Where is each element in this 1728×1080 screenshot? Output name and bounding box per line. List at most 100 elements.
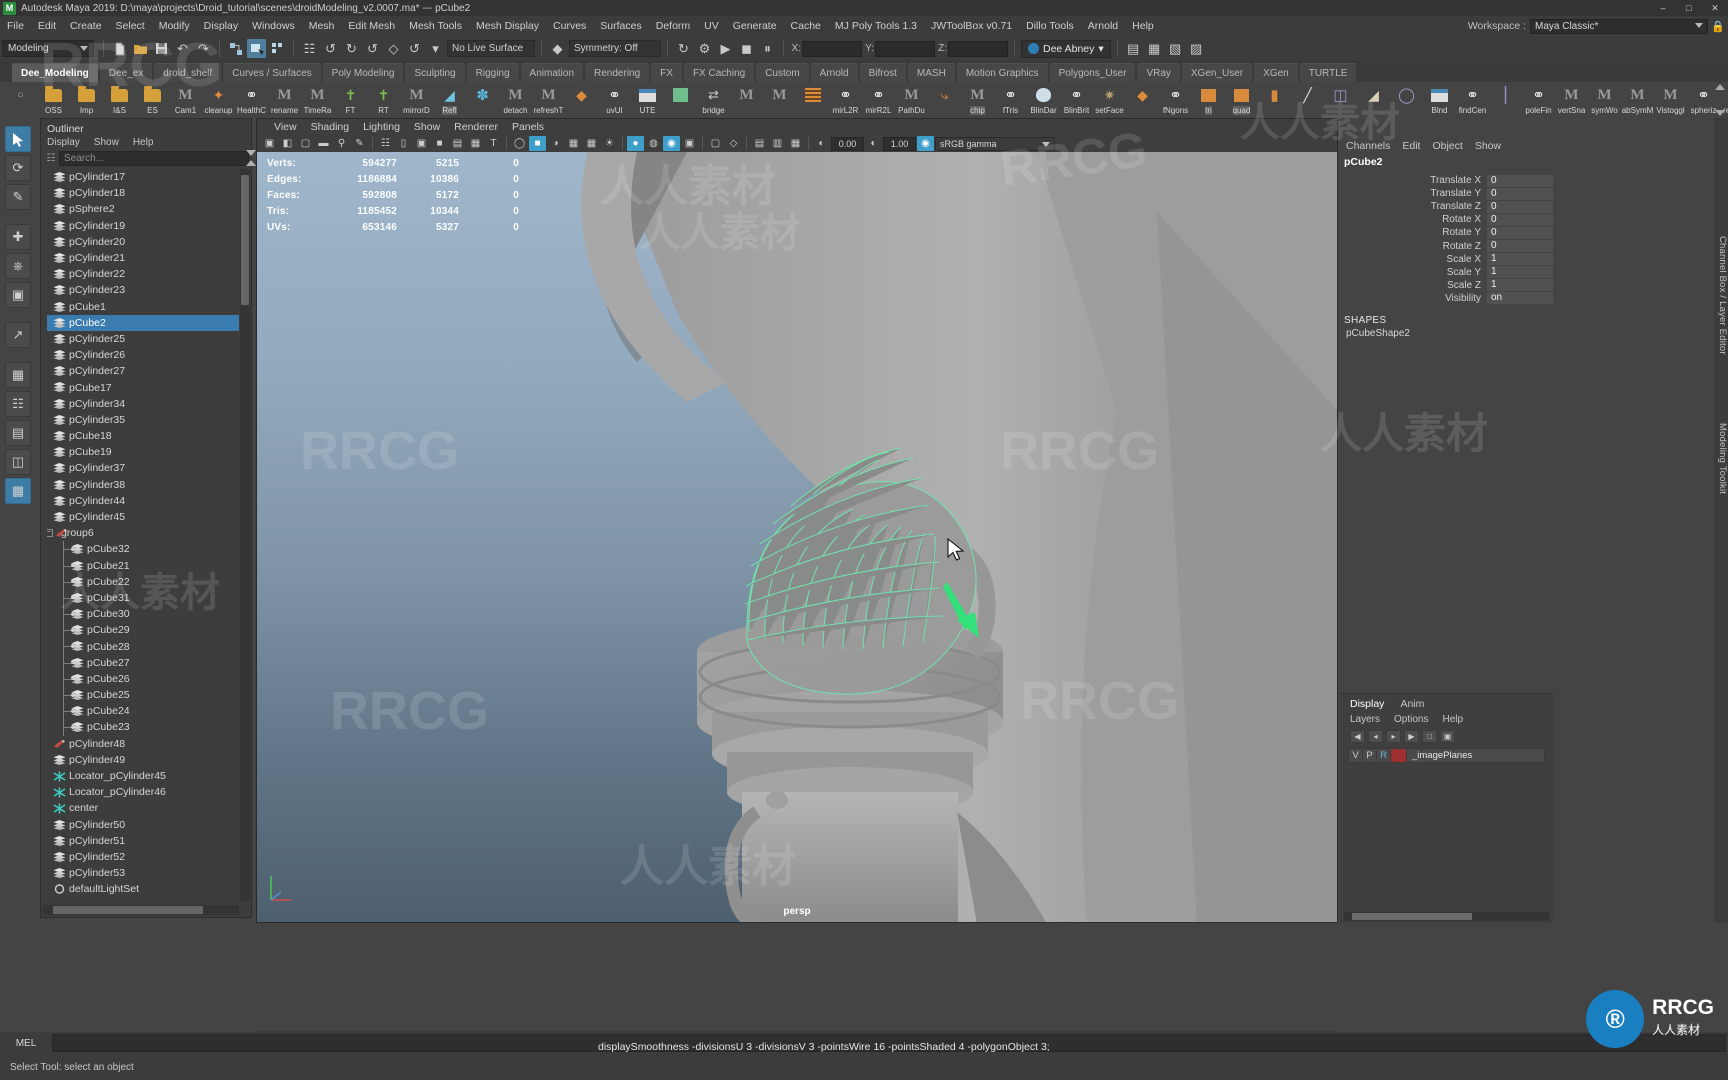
channel-box-menu-show[interactable]: Show (1475, 140, 1501, 152)
layer-row[interactable]: V P R _imagePlanes (1348, 748, 1545, 763)
shelf-button-refresht[interactable]: MrefreshT (532, 83, 565, 117)
outliner-item[interactable]: pCube24 (47, 703, 239, 719)
shelf-button-pathdu[interactable]: MPathDu (895, 83, 928, 117)
grid-toggle-icon[interactable]: ☷ (377, 136, 394, 151)
outliner-item[interactable]: pCube18 (47, 428, 239, 444)
shelf-button-blinbrit[interactable]: ⚭BlinBrit (1060, 83, 1093, 117)
gamma-value-input[interactable]: 1.00 (883, 137, 916, 151)
outliner-item[interactable]: pCylinder44 (47, 493, 239, 509)
outliner-item[interactable]: pCylinder52 (47, 849, 239, 865)
outliner-item[interactable]: pCylinder21 (47, 250, 239, 266)
shelf-button-refl[interactable]: ◢Refl (433, 83, 466, 117)
channel-attribute-row[interactable]: Scale Y1 (1340, 266, 1553, 279)
coord-y-input[interactable] (875, 41, 935, 57)
select-tool-icon[interactable] (5, 126, 31, 152)
shelf-button-blindar[interactable]: BlinDar (1027, 83, 1060, 117)
shelf-scroll-arrows[interactable] (1715, 84, 1726, 116)
color-management-icon[interactable]: ◉ (917, 136, 934, 151)
shelf-button-mel-script-icon[interactable]: M (730, 83, 763, 117)
shelf-button-circle-icon[interactable]: ○ (4, 83, 37, 117)
maximize-button[interactable]: □ (1676, 0, 1702, 16)
shelf-tab-turtle[interactable]: TURTLE (1300, 63, 1357, 82)
outliner-item[interactable]: pCube17 (47, 379, 239, 395)
viewport-menu-lighting[interactable]: Lighting (356, 121, 407, 133)
coord-x-input[interactable] (802, 41, 862, 57)
shelf-button-transfer-attributes-icon[interactable]: ◆ (565, 83, 598, 117)
four-view-layout-icon[interactable]: ☷ (5, 391, 31, 417)
shelf-button-healthc[interactable]: ⚭HealthC (235, 83, 268, 117)
image-plane-icon[interactable]: ▬ (315, 136, 332, 151)
scroll-thumb[interactable] (53, 906, 203, 914)
film-gate-icon[interactable]: ▯ (395, 136, 412, 151)
channel-attribute-row[interactable]: Translate Y0 (1340, 187, 1553, 200)
layer-color-swatch[interactable] (1391, 749, 1407, 762)
shelf-tab-fx-caching[interactable]: FX Caching (684, 63, 754, 82)
persp-layout-icon[interactable]: ▦ (5, 362, 31, 388)
shelf-button-grid-orange-icon[interactable] (796, 83, 829, 117)
menu-item-uv[interactable]: UV (697, 16, 726, 36)
outliner-item[interactable]: pCylinder45 (47, 509, 239, 525)
shelf-tab-custom[interactable]: Custom (756, 63, 808, 82)
outliner-item[interactable]: pCylinder48 (47, 736, 239, 752)
outliner-item[interactable]: −group6 (47, 525, 239, 541)
menu-item-create[interactable]: Create (63, 16, 109, 36)
camera-attributes-icon[interactable]: ◧ (279, 136, 296, 151)
shelf-tab-animation[interactable]: Animation (521, 63, 583, 82)
shelf-button-tri[interactable]: tri (1192, 83, 1225, 117)
new-scene-icon[interactable] (110, 39, 129, 58)
shelf-tab-bifrost[interactable]: Bifrost (860, 63, 906, 82)
shelf-button-oss[interactable]: OSS (37, 83, 70, 117)
shelf-button-es[interactable]: ES (136, 83, 169, 117)
shelf-button-ute[interactable]: UTE (631, 83, 664, 117)
viewport-menu-renderer[interactable]: Renderer (447, 121, 505, 133)
move-tool-icon[interactable]: ✚ (5, 224, 31, 250)
outliner-menu-help[interactable]: Help (133, 137, 154, 148)
menu-item-deform[interactable]: Deform (649, 16, 697, 36)
wireframe-on-shaded-icon[interactable]: ▦ (565, 136, 582, 151)
shelf-button-i-s[interactable]: I&S (103, 83, 136, 117)
shelf-button-bridge[interactable]: ⇄bridge (697, 83, 730, 117)
menu-item-select[interactable]: Select (109, 16, 152, 36)
layer-menu-layers[interactable]: Layers (1350, 714, 1380, 725)
outliner-item[interactable]: pCylinder49 (47, 752, 239, 768)
shelf-button-timera[interactable]: MTimeRa (301, 83, 334, 117)
tab-modeling-toolkit[interactable]: Modeling Toolkit (1714, 423, 1728, 494)
ipr-render-icon[interactable]: ◼ (737, 39, 756, 58)
snap-to-view-plane-icon[interactable]: ◇ (384, 39, 403, 58)
shelf-button-curve-tubes-icon[interactable]: ⎮ (1489, 83, 1522, 117)
save-scene-icon[interactable] (152, 39, 171, 58)
menu-item-mesh[interactable]: Mesh (302, 16, 342, 36)
channel-attribute-value[interactable]: 1 (1487, 253, 1553, 265)
menu-item-mesh-tools[interactable]: Mesh Tools (402, 16, 469, 36)
undo-icon[interactable]: ↶ (173, 39, 192, 58)
shelf-tab-mash[interactable]: MASH (908, 63, 955, 82)
workspace-dropdown[interactable]: Maya Classic* (1530, 19, 1708, 34)
outliner-item[interactable]: pCylinder53 (47, 865, 239, 881)
channel-attribute-value[interactable]: 0 (1487, 175, 1553, 187)
channel-attribute-value[interactable]: 0 (1487, 214, 1553, 226)
render-settings-icon[interactable]: ⏸ (758, 39, 777, 58)
shelf-button-chip[interactable]: Mchip (961, 83, 994, 117)
scale-tool-icon[interactable]: ▣ (5, 282, 31, 308)
shelf-button-extrude-box-icon[interactable]: ▮ (1258, 83, 1291, 117)
outliner-item-selected[interactable]: pCube2 (47, 315, 239, 331)
outliner-item[interactable]: pCube19 (47, 444, 239, 460)
outliner-persp-layout-icon[interactable]: ◫ (5, 449, 31, 475)
color-profile-dropdown[interactable]: sRGB gamma (935, 137, 1055, 151)
channel-attribute-value[interactable]: 0 (1487, 188, 1553, 200)
snap-to-point-icon[interactable]: ↻ (342, 39, 361, 58)
outliner-item[interactable]: pCube32 (47, 541, 239, 557)
shelf-button-mirl2r[interactable]: ⚭mirL2R (829, 83, 862, 117)
minimize-button[interactable]: – (1650, 0, 1676, 16)
text-overlay-icon[interactable]: T (485, 136, 502, 151)
channel-box-menu-object[interactable]: Object (1432, 140, 1462, 152)
outliner-item[interactable]: pCylinder38 (47, 477, 239, 493)
menu-item-cache[interactable]: Cache (784, 16, 828, 36)
outliner-item[interactable]: pCube29 (47, 622, 239, 638)
outliner-item[interactable]: pCube22 (47, 574, 239, 590)
multisample-icon[interactable]: ▣ (681, 136, 698, 151)
grease-pencil-icon[interactable]: ✎ (351, 136, 368, 151)
channel-attribute-value[interactable]: 0 (1487, 201, 1553, 213)
shelf-button-mirr2l[interactable]: ⚭mirR2L (862, 83, 895, 117)
shelf-button-setface[interactable]: ✷setFace (1093, 83, 1126, 117)
